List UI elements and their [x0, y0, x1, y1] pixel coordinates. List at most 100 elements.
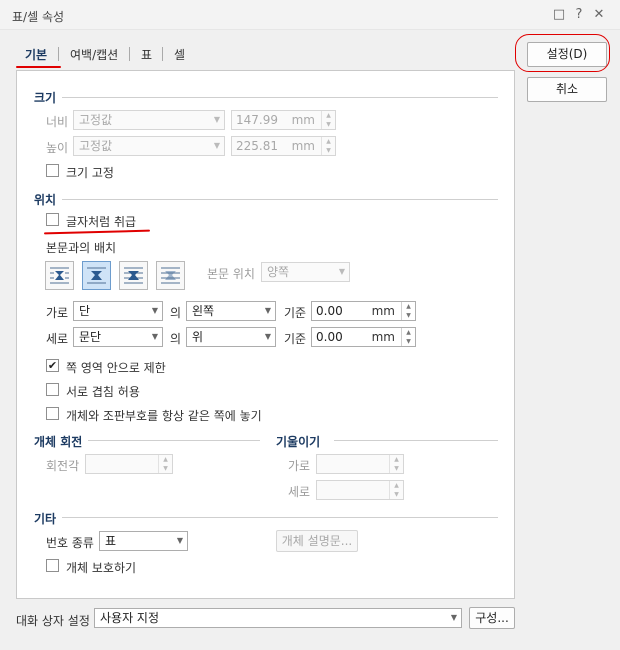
width-input[interactable]: 147.99 mm ▲ ▼: [231, 110, 336, 130]
chevron-down-icon: ▼: [151, 306, 158, 315]
tab-bar: 기본 여백/캡션 표 셀: [16, 46, 216, 66]
rotation-angle-input[interactable]: ▲ ▼: [85, 454, 173, 474]
chevron-down-icon: ▼: [264, 306, 271, 315]
tab-divider: [162, 47, 163, 61]
vertical-label: 세로: [46, 332, 69, 346]
spin-arrows-icon[interactable]: ▲ ▼: [158, 455, 172, 473]
skew-horizontal-input[interactable]: ▲ ▼: [316, 454, 404, 474]
divider: [88, 440, 260, 441]
wrap-topbottom-icon: [87, 267, 106, 284]
height-input[interactable]: 225.81 mm ▲ ▼: [231, 136, 336, 156]
vertical-of-label: 의: [170, 332, 182, 346]
skew-vertical-input[interactable]: ▲ ▼: [316, 480, 404, 500]
tab-divider: [58, 47, 59, 61]
horizontal-ref-select[interactable]: 단 ▼: [73, 301, 163, 321]
vertical-ref-select[interactable]: 문단 ▼: [73, 327, 163, 347]
horizontal-align-select[interactable]: 왼쪽 ▼: [186, 301, 276, 321]
body-position-select[interactable]: 양쪽 ▼: [261, 262, 350, 282]
wrap-square-button[interactable]: [45, 261, 74, 290]
text-wrap-label: 본문과의 배치: [46, 241, 117, 255]
vertical-offset-input[interactable]: 0.00 mm ▲ ▼: [311, 327, 416, 347]
height-mode-value: 고정값: [79, 139, 113, 153]
fix-size-label: 크기 고정: [66, 166, 114, 180]
chevron-down-icon: ▼: [338, 267, 345, 276]
dialog-settings-value: 사용자 지정: [100, 611, 160, 625]
rotation-angle-label: 회전각: [46, 459, 80, 473]
dialog-settings-label: 대화 상자 설정: [16, 614, 90, 628]
divider: [62, 199, 498, 200]
chat-icon[interactable]: □: [550, 6, 568, 24]
height-unit: mm: [291, 139, 315, 153]
tab-margin-caption[interactable]: 여백/캡션: [70, 46, 118, 63]
horizontal-align-value: 왼쪽: [192, 304, 215, 318]
spin-arrows-icon[interactable]: ▲ ▼: [389, 455, 403, 473]
vertical-align-select[interactable]: 위 ▼: [186, 327, 276, 347]
height-value: 225.81: [236, 139, 278, 153]
treat-as-char-label: 글자처럼 취급: [66, 215, 137, 229]
protect-object-label: 개체 보호하기: [66, 561, 137, 575]
horizontal-label: 가로: [46, 306, 69, 320]
spin-arrows-icon[interactable]: ▲ ▼: [389, 481, 403, 499]
width-unit: mm: [291, 113, 315, 127]
close-icon[interactable]: ✕: [590, 6, 608, 24]
wrap-front-button[interactable]: [119, 261, 148, 290]
chevron-down-icon: ▼: [213, 141, 220, 150]
allow-overlap-label: 서로 겹침 허용: [66, 385, 140, 399]
horizontal-base-label: 기준: [284, 306, 307, 320]
dialog-settings-select[interactable]: 사용자 지정 ▼: [94, 608, 462, 628]
horizontal-offset-input[interactable]: 0.00 mm ▲ ▼: [311, 301, 416, 321]
protect-object-checkbox[interactable]: [46, 559, 59, 572]
numbering-value: 표: [105, 534, 117, 548]
wrap-topbottom-button[interactable]: [82, 261, 111, 290]
wrap-behind-button[interactable]: [156, 261, 185, 290]
cancel-button[interactable]: 취소: [527, 77, 607, 102]
tab-cell[interactable]: 셀: [174, 46, 185, 63]
fix-size-checkbox[interactable]: [46, 164, 59, 177]
width-mode-select[interactable]: 고정값 ▼: [73, 110, 225, 130]
spin-arrows-icon[interactable]: ▲ ▼: [321, 111, 335, 129]
chevron-down-icon: ▼: [213, 115, 220, 124]
chevron-down-icon: ▼: [450, 613, 457, 622]
vertical-offset-unit: mm: [371, 330, 395, 344]
object-description-button[interactable]: 개체 설명문...: [276, 530, 358, 552]
height-label: 높이: [46, 141, 69, 155]
divider: [334, 440, 498, 441]
tab-divider: [129, 47, 130, 61]
configure-button[interactable]: 구성...: [469, 607, 515, 629]
tab-basic[interactable]: 기본: [25, 46, 47, 63]
spin-arrows-icon[interactable]: ▲ ▼: [401, 302, 415, 320]
skew-heading: 기울이기: [276, 435, 321, 449]
limit-page-checkbox[interactable]: ✔: [46, 359, 59, 372]
keep-with-anchor-label: 개체와 조판부호를 항상 같은 쪽에 놓기: [66, 409, 262, 423]
numbering-select[interactable]: 표 ▼: [99, 531, 188, 551]
spin-arrows-icon[interactable]: ▲ ▼: [401, 328, 415, 346]
body-position-label: 본문 위치: [207, 267, 255, 281]
checkmark-icon: ✔: [47, 359, 58, 372]
help-icon[interactable]: ?: [570, 6, 588, 24]
etc-heading: 기타: [34, 512, 57, 526]
wrap-behind-icon: [161, 267, 180, 284]
width-value: 147.99: [236, 113, 278, 127]
chevron-down-icon: ▼: [264, 332, 271, 341]
rotation-heading: 개체 회전: [34, 435, 83, 449]
spin-arrows-icon[interactable]: ▲ ▼: [321, 137, 335, 155]
vertical-ref-value: 문단: [79, 330, 102, 344]
vertical-align-value: 위: [192, 330, 204, 344]
tab-table[interactable]: 표: [141, 46, 152, 63]
width-mode-value: 고정값: [79, 113, 113, 127]
vertical-offset-value: 0.00: [316, 330, 343, 344]
annotation-underline-tab: [16, 66, 61, 68]
limit-page-label: 쪽 영역 안으로 제한: [66, 361, 166, 375]
height-mode-select[interactable]: 고정값 ▼: [73, 136, 225, 156]
skew-horizontal-label: 가로: [288, 459, 311, 473]
wrap-front-icon: [124, 267, 143, 284]
allow-overlap-checkbox[interactable]: [46, 383, 59, 396]
horizontal-of-label: 의: [170, 306, 182, 320]
position-heading: 위치: [34, 193, 57, 207]
horizontal-ref-value: 단: [79, 304, 91, 318]
keep-with-anchor-checkbox[interactable]: [46, 407, 59, 420]
vertical-base-label: 기준: [284, 332, 307, 346]
treat-as-char-checkbox[interactable]: [46, 213, 59, 226]
window-title: 표/셀 속성: [12, 10, 65, 24]
annotation-circle-ok: [515, 34, 610, 72]
